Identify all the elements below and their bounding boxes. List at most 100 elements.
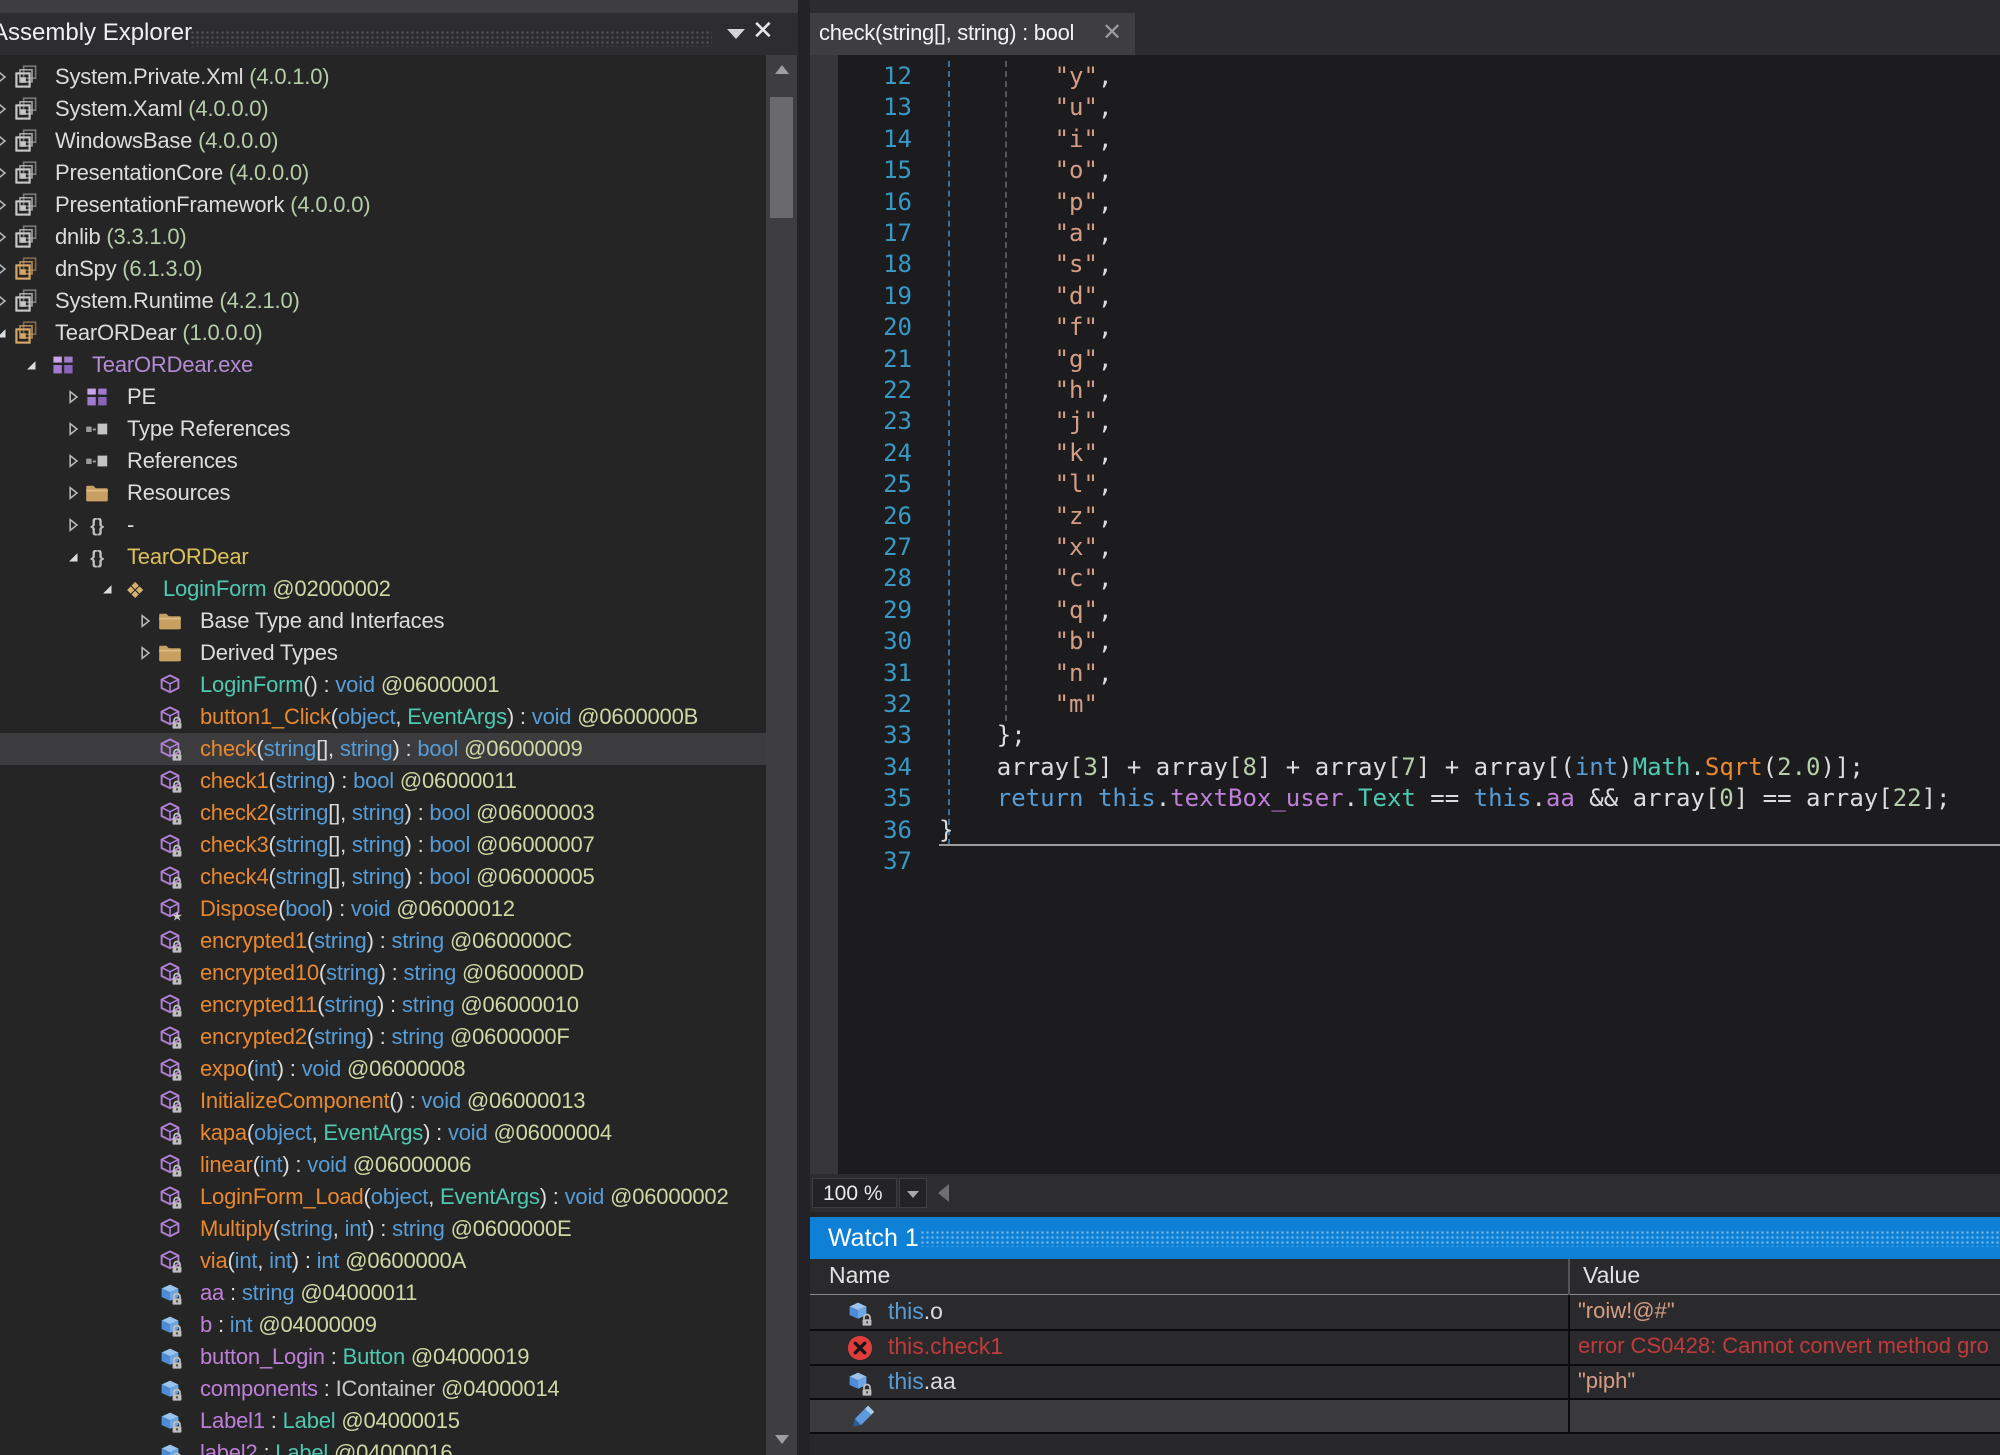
tree-item-system.runtime[interactable]: System.Runtime (4.2.1.0) (0, 285, 766, 317)
expand-icon[interactable] (0, 196, 10, 214)
code-line-23[interactable]: 23 "j", (810, 406, 2000, 437)
watch-value[interactable]: "roiw!@#" (1578, 1298, 1998, 1324)
window-menu-icon[interactable] (727, 29, 745, 39)
tree-item-tearordear.exe[interactable]: TearORDear.exe (0, 349, 766, 381)
scrollbar-thumb[interactable] (770, 97, 793, 218)
code-line-26[interactable]: 26 "z", (810, 501, 2000, 532)
tree-item-button1_click[interactable]: button1_Click(object, EventArgs) : void … (0, 701, 766, 733)
collapse-icon[interactable] (0, 324, 10, 342)
expand-icon[interactable] (0, 164, 10, 182)
pencil-icon[interactable] (846, 1403, 876, 1433)
tree-item-components[interactable]: components : IContainer @04000014 (0, 1373, 766, 1405)
tree-item-base-type-and-interfaces[interactable]: Base Type and Interfaces (0, 605, 766, 637)
zoom-dropdown-button[interactable] (899, 1178, 927, 1208)
expand-icon[interactable] (64, 388, 82, 406)
watch-expression[interactable]: this.o (888, 1298, 943, 1325)
watch-row-this.check1[interactable]: this.check1 error CS0428: Cannot convert … (810, 1331, 2000, 1366)
tree-item-encrypted10[interactable]: encrypted10(string) : string @0600000D (0, 957, 766, 989)
watch-row-this.o[interactable]: this.o "roiw!@#" (810, 1296, 2000, 1331)
tree-item-pe[interactable]: PE (0, 381, 766, 413)
tree-item-check4[interactable]: check4(string[], string) : bool @0600000… (0, 861, 766, 893)
column-divider[interactable] (1568, 1259, 1570, 1295)
tree-item-b[interactable]: b : int @04000009 (0, 1309, 766, 1341)
tree-item-expo[interactable]: expo(int) : void @06000008 (0, 1053, 766, 1085)
expand-icon[interactable] (0, 260, 10, 278)
tree-item-references[interactable]: References (0, 445, 766, 477)
tree-item-type-references[interactable]: Type References (0, 413, 766, 445)
code-line-13[interactable]: 13 "u", (810, 92, 2000, 123)
code-line-34[interactable]: 34 array[3] + array[8] + array[7] + arra… (810, 752, 2000, 783)
code-line-27[interactable]: 27 "x", (810, 532, 2000, 563)
code-line-35[interactable]: 35 return this.textBox_user.Text == this… (810, 783, 2000, 814)
code-line-31[interactable]: 31 "n", (810, 658, 2000, 689)
collapse-icon[interactable] (98, 580, 116, 598)
tree-item-tearordear[interactable]: {}TearORDear (0, 541, 766, 573)
expand-icon[interactable] (0, 132, 10, 150)
tree-item-dnspy[interactable]: dnSpy (6.1.3.0) (0, 253, 766, 285)
tree-item-check3[interactable]: check3(string[], string) : bool @0600000… (0, 829, 766, 861)
scroll-down-icon[interactable] (775, 1435, 789, 1444)
panel-splitter[interactable] (798, 0, 810, 1455)
tree-item-tearordear[interactable]: TearORDear (1.0.0.0) (0, 317, 766, 349)
expand-icon[interactable] (0, 292, 10, 310)
tree-item-derived-types[interactable]: Derived Types (0, 637, 766, 669)
scroll-left-icon[interactable] (938, 1184, 949, 1202)
watch-value[interactable]: error CS0428: Cannot convert method gro (1578, 1333, 1998, 1359)
tree-item-loginform[interactable]: LoginForm() : void @06000001 (0, 669, 766, 701)
collapse-icon[interactable] (22, 356, 40, 374)
code-line-21[interactable]: 21 "g", (810, 344, 2000, 375)
tree-item--[interactable]: {}- (0, 509, 766, 541)
column-header-value[interactable]: Value (1583, 1262, 1640, 1289)
tree-item-system.xaml[interactable]: System.Xaml (4.0.0.0) (0, 93, 766, 125)
column-header-name[interactable]: Name (829, 1262, 890, 1289)
watch-value[interactable]: "piph" (1578, 1368, 1998, 1394)
tree-item-button_login[interactable]: button_Login : Button @04000019 (0, 1341, 766, 1373)
code-line-17[interactable]: 17 "a", (810, 218, 2000, 249)
watch-expression[interactable]: this.aa (888, 1368, 956, 1395)
code-line-25[interactable]: 25 "l", (810, 469, 2000, 500)
code-line-33[interactable]: 33 }; (810, 720, 2000, 751)
code-line-15[interactable]: 15 "o", (810, 155, 2000, 186)
code-line-20[interactable]: 20 "f", (810, 312, 2000, 343)
expand-icon[interactable] (136, 612, 154, 630)
tree-item-resources[interactable]: Resources (0, 477, 766, 509)
tree-item-multiply[interactable]: Multiply(string, int) : string @0600000E (0, 1213, 766, 1245)
code-line-18[interactable]: 18 "s", (810, 249, 2000, 280)
tree-item-dispose[interactable]: ★Dispose(bool) : void @06000012 (0, 893, 766, 925)
tree-item-check2[interactable]: check2(string[], string) : bool @0600000… (0, 797, 766, 829)
watch-row-this.aa[interactable]: this.aa "piph" (810, 1366, 2000, 1400)
collapse-icon[interactable] (64, 548, 82, 566)
tree-item-linear[interactable]: linear(int) : void @06000006 (0, 1149, 766, 1181)
expand-icon[interactable] (64, 484, 82, 502)
expand-icon[interactable] (0, 228, 10, 246)
tree-item-presentationcore[interactable]: PresentationCore (4.0.0.0) (0, 157, 766, 189)
tree-item-encrypted1[interactable]: encrypted1(string) : string @0600000C (0, 925, 766, 957)
tree-item-presentationframework[interactable]: PresentationFramework (4.0.0.0) (0, 189, 766, 221)
tree-item-label1[interactable]: Label1 : Label @04000015 (0, 1405, 766, 1437)
tree-item-label2[interactable]: label2 : Label @04000016 (0, 1437, 766, 1455)
expand-icon[interactable] (64, 420, 82, 438)
tree-scrollbar[interactable] (766, 55, 797, 1455)
code-line-14[interactable]: 14 "i", (810, 124, 2000, 155)
code-line-19[interactable]: 19 "d", (810, 281, 2000, 312)
tree-item-kapa[interactable]: kapa(object, EventArgs) : void @06000004 (0, 1117, 766, 1149)
tab-close-icon[interactable]: ✕ (1102, 18, 1122, 47)
expand-icon[interactable] (64, 452, 82, 470)
code-line-16[interactable]: 16 "p", (810, 187, 2000, 218)
code-line-24[interactable]: 24 "k", (810, 438, 2000, 469)
code-line-28[interactable]: 28 "c", (810, 563, 2000, 594)
tree-item-check1[interactable]: check1(string) : bool @06000011 (0, 765, 766, 797)
watch-expression[interactable]: this.check1 (888, 1333, 1003, 1360)
code-line-30[interactable]: 30 "b", (810, 626, 2000, 657)
tree-item-encrypted11[interactable]: encrypted11(string) : string @06000010 (0, 989, 766, 1021)
tree-item-system.private.xml[interactable]: System.Private.Xml (4.0.1.0) (0, 61, 766, 93)
tree-item-initializecomponent[interactable]: InitializeComponent() : void @06000013 (0, 1085, 766, 1117)
tree-item-dnlib[interactable]: dnlib (3.3.1.0) (0, 221, 766, 253)
code-line-36[interactable]: 36} (810, 815, 2000, 846)
expand-icon[interactable] (0, 100, 10, 118)
code-line-37[interactable]: 37 (810, 846, 2000, 877)
close-icon[interactable]: ✕ (752, 15, 774, 46)
tree-item-loginform[interactable]: ❖LoginForm @02000002 (0, 573, 766, 605)
code-line-12[interactable]: 12 "y", (810, 61, 2000, 92)
tree-item-encrypted2[interactable]: encrypted2(string) : string @0600000F (0, 1021, 766, 1053)
